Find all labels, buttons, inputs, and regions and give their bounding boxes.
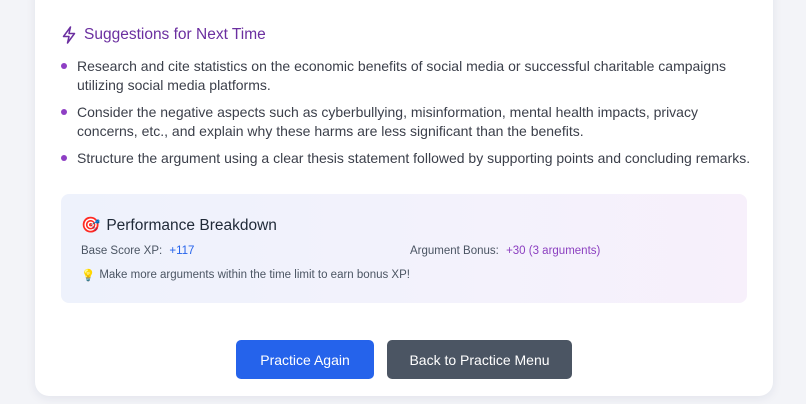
suggestion-text: Structure the argument using a clear the… xyxy=(77,150,751,166)
suggestions-title: Suggestions for Next Time xyxy=(84,26,266,43)
bullet-dot xyxy=(61,155,67,161)
list-item: Consider the negative aspects such as cy… xyxy=(61,103,751,141)
lightning-bolt-icon xyxy=(61,26,77,44)
lightbulb-icon: 💡 xyxy=(81,270,96,282)
base-score-label: Base Score XP: xyxy=(81,245,163,257)
base-score-row: Base Score XP: +117 xyxy=(81,245,194,257)
practice-again-button[interactable]: Practice Again xyxy=(236,340,374,379)
list-item: Research and cite statistics on the econ… xyxy=(61,57,751,95)
performance-breakdown-panel: 🎯 Performance Breakdown Base Score XP: +… xyxy=(61,194,747,303)
base-score-value: +117 xyxy=(169,245,195,257)
suggestion-text: Research and cite statistics on the econ… xyxy=(77,58,726,93)
bonus-tip: 💡 Make more arguments within the time li… xyxy=(81,268,410,282)
suggestions-header: Suggestions for Next Time xyxy=(61,24,266,46)
bonus-tip-text: Make more arguments within the time limi… xyxy=(99,269,410,281)
list-item: Structure the argument using a clear the… xyxy=(61,149,751,168)
bullet-dot xyxy=(61,63,67,69)
suggestions-list: Research and cite statistics on the econ… xyxy=(61,57,751,176)
suggestion-text: Consider the negative aspects such as cy… xyxy=(77,104,698,139)
target-icon: 🎯 xyxy=(81,217,101,234)
argument-bonus-value: +30 (3 arguments) xyxy=(506,245,601,257)
argument-bonus-row: Argument Bonus: +30 (3 arguments) xyxy=(410,245,600,257)
back-to-practice-menu-button[interactable]: Back to Practice Menu xyxy=(387,340,572,379)
performance-title-row: 🎯 Performance Breakdown xyxy=(81,216,277,235)
performance-title: Performance Breakdown xyxy=(106,216,277,234)
bullet-dot xyxy=(61,109,67,115)
argument-bonus-label: Argument Bonus: xyxy=(410,245,499,257)
